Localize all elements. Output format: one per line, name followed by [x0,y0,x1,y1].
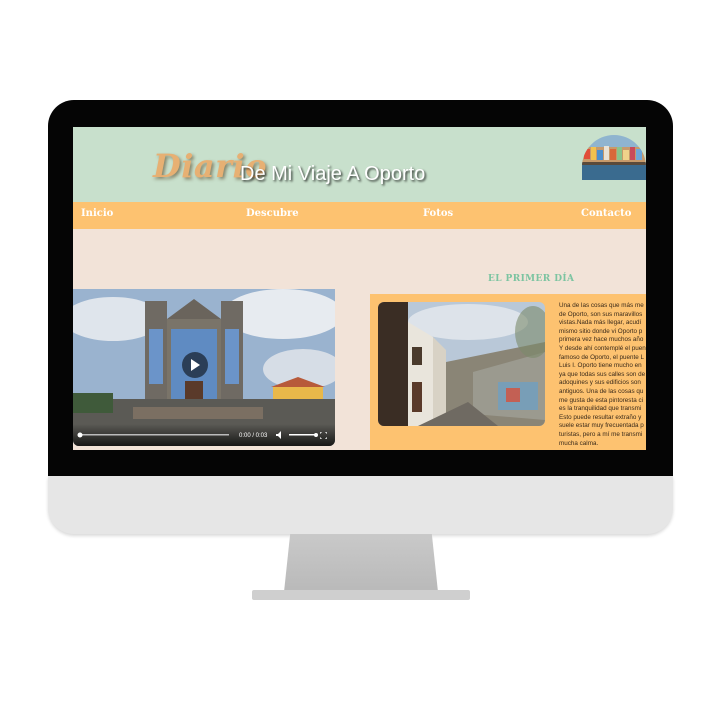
fullscreen-icon[interactable] [320,432,327,439]
day-one-card: Una de las cosas que más me de Oporto, s… [370,294,646,450]
video-control-bar [77,432,318,438]
video-progress-thumb [77,432,83,438]
video-controls: 0:00 / 0:03 [73,424,335,446]
website-screen: Diario De Mi Viaje A Oporto Inicio Descu [73,127,646,450]
site-title[interactable]: De Mi Viaje A Oporto [240,163,425,186]
nav-item-inicio[interactable]: Inicio [81,208,113,219]
volume-icon[interactable] [276,431,284,439]
article-text: Una de las cosas que más me de Oporto, s… [559,302,646,447]
video-time: 0:00 / 0:03 [239,433,268,439]
monitor-stand [284,534,438,592]
nav-item-descubre[interactable]: Descubre [246,208,299,219]
video-player[interactable]: 0:00 / 0:03 [73,289,335,446]
play-button[interactable] [182,352,208,378]
main-nav: Inicio Descubre Fotos Contacto [73,202,646,229]
section-title: EL PRIMER DÍA [488,274,575,284]
nav-item-contacto[interactable]: Contacto [581,208,631,219]
street-photo [378,302,545,426]
volume-thumb [314,433,318,437]
monitor-chin [48,476,673,534]
header-porto-image [582,135,646,180]
volume-slider [289,434,317,436]
video-progress-track [79,434,229,436]
nav-item-fotos[interactable]: Fotos [423,208,453,219]
site-header: Diario De Mi Viaje A Oporto [73,127,646,202]
monitor-base [252,590,470,600]
play-icon [191,359,200,371]
